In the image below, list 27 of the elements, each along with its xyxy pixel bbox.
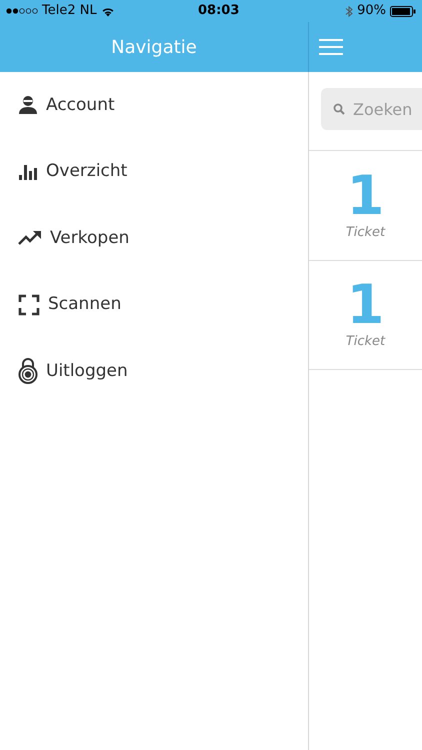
menu-item[interactable]: Scannen: [0, 272, 308, 338]
trending-up-icon: [18, 230, 42, 246]
ticket-card[interactable]: 1 Ticket: [309, 260, 422, 370]
lock-icon: [18, 358, 38, 384]
scan-frame-icon: [18, 294, 40, 316]
ticket-card[interactable]: 1 Ticket: [309, 150, 422, 260]
menu-item[interactable]: Overzicht: [0, 138, 308, 205]
battery-percentage: 90%: [357, 2, 386, 20]
menu-item[interactable]: Uitloggen: [0, 338, 308, 404]
menu-icon[interactable]: [319, 38, 343, 56]
wifi-icon: [100, 6, 115, 16]
user-icon: [18, 95, 38, 116]
carrier-name: Tele2 NL: [42, 2, 97, 20]
ticket-count: 1: [346, 168, 384, 223]
search-field[interactable]: Zoeken: [321, 88, 422, 130]
drawer-title: Navigatie: [111, 36, 197, 60]
menu-item[interactable]: Account: [0, 72, 308, 138]
ticket-label: Ticket: [346, 224, 386, 242]
ticket-label: Ticket: [346, 333, 386, 352]
clock-time: 08:03: [197, 2, 240, 20]
bluetooth-icon: [345, 4, 354, 18]
ticket-count: 1: [346, 278, 384, 332]
bar-chart-icon: [18, 162, 38, 181]
battery-icon: [390, 6, 416, 16]
menu-item[interactable]: Verkopen: [0, 205, 308, 272]
signal-icon: [6, 8, 38, 14]
search-icon: [333, 103, 345, 115]
